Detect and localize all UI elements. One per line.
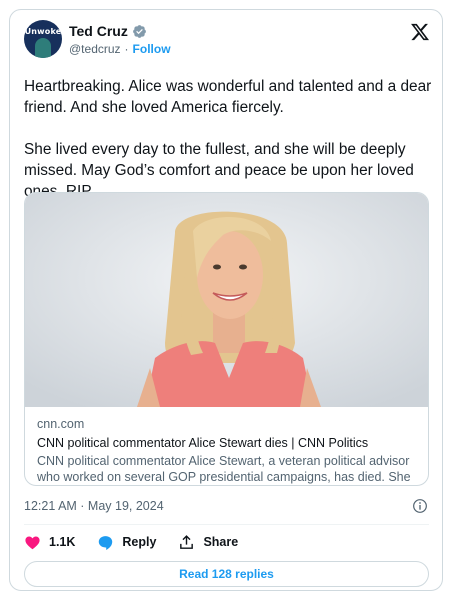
link-domain: cnn.com: [37, 417, 85, 431]
x-logo-icon[interactable]: [410, 22, 430, 42]
info-icon[interactable]: [412, 498, 428, 514]
tweet-text: Heartbreaking. Alice was wonderful and t…: [24, 78, 432, 200]
avatar[interactable]: Unwoke: [24, 20, 62, 58]
like-button[interactable]: 1.1K: [24, 534, 75, 551]
share-label: Share: [203, 535, 239, 549]
reply-bubble-icon: [99, 535, 113, 550]
heart-icon: [25, 536, 40, 549]
author-name[interactable]: Ted Cruz: [69, 23, 128, 39]
verified-badge-icon: [132, 24, 146, 38]
share-button[interactable]: Share: [178, 534, 238, 551]
divider: [24, 524, 429, 525]
handle-separator: ·: [124, 42, 129, 56]
follow-button[interactable]: Follow: [133, 42, 171, 56]
avatar-figure: [35, 38, 51, 58]
author-handle-row: @tedcruz · Follow: [69, 42, 171, 56]
link-preview-card[interactable]: cnn.com CNN political commentator Alice …: [24, 192, 429, 486]
tweet-timestamp[interactable]: 12:21 AM · May 19, 2024: [24, 499, 164, 513]
avatar-label: Unwoke: [24, 27, 62, 36]
reply-button[interactable]: Reply: [97, 534, 156, 551]
link-title: CNN political commentator Alice Stewart …: [37, 436, 369, 450]
share-icon: [180, 534, 194, 549]
article-photo[interactable]: [25, 193, 429, 407]
author-name-row: Ted Cruz: [69, 23, 147, 39]
reply-label: Reply: [122, 535, 157, 549]
read-replies-button[interactable]: Read 128 replies: [24, 561, 429, 587]
tweet-embed-card: Unwoke Ted Cruz @tedcruz · Follow Heartb…: [9, 9, 443, 591]
action-bar: 1.1K Reply Share: [24, 530, 260, 554]
author-handle[interactable]: @tedcruz: [69, 42, 121, 56]
like-count: 1.1K: [49, 535, 76, 549]
link-description: CNN political commentator Alice Stewart,…: [37, 454, 411, 484]
